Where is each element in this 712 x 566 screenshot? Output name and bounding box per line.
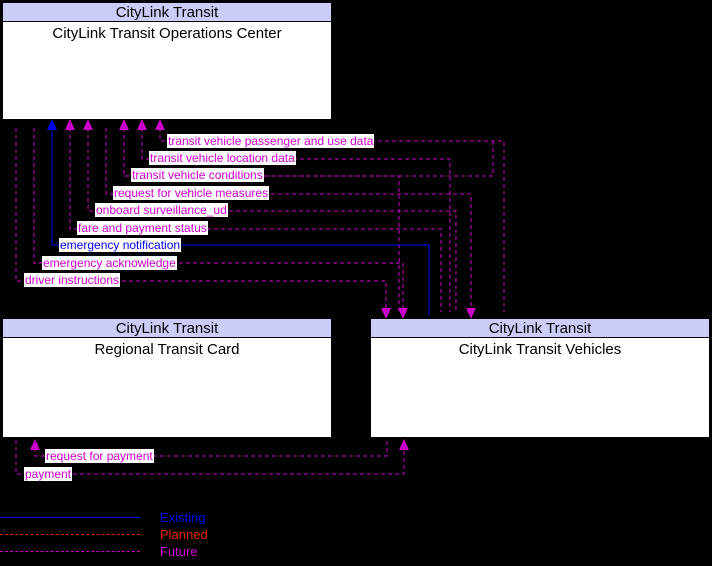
flow-label-emergency-acknowledge[interactable]: emergency acknowledge <box>42 256 177 270</box>
context-box-operations-center[interactable]: CityLink Transit CityLink Transit Operat… <box>2 2 332 120</box>
context-box-regional-transit-card[interactable]: CityLink Transit Regional Transit Card <box>2 318 332 438</box>
legend-swatch-existing <box>0 517 140 518</box>
box-stakeholder-operations-center: CityLink Transit <box>3 3 331 22</box>
box-title-operations-center: CityLink Transit Operations Center <box>52 25 282 42</box>
legend-swatch-planned <box>0 534 140 535</box>
flow-label-transit-vehicle-passenger-and-use-data[interactable]: transit vehicle passenger and use data <box>167 134 375 148</box>
flow-label-request-for-vehicle-measures[interactable]: request for vehicle measures <box>113 186 270 200</box>
legend-label-existing: Existing <box>160 510 206 525</box>
flow-label-onboard-surveillance-ud[interactable]: onboard surveillance_ud <box>95 203 228 217</box>
legend-swatch-future <box>0 551 140 552</box>
box-stakeholder-regional-transit-card: CityLink Transit <box>3 319 331 338</box>
context-diagram-canvas: CityLink Transit CityLink Transit Operat… <box>0 0 712 566</box>
flow-label-payment[interactable]: payment <box>24 467 73 481</box>
box-stakeholder-citylink-transit-vehicles: CityLink Transit <box>371 319 709 338</box>
flow-label-driver-instructions[interactable]: driver instructions <box>24 273 121 287</box>
context-box-citylink-transit-vehicles[interactable]: CityLink Transit CityLink Transit Vehicl… <box>370 318 710 438</box>
flow-label-request-for-payment[interactable]: request for payment <box>45 449 154 463</box>
flow-label-fare-and-payment-status[interactable]: fare and payment status <box>77 221 208 235</box>
box-title-citylink-transit-vehicles: CityLink Transit Vehicles <box>458 341 622 358</box>
legend-label-future: Future <box>160 544 198 559</box>
flow-label-transit-vehicle-location-data[interactable]: transit vehicle location data <box>149 151 296 165</box>
legend-label-planned: Planned <box>160 527 208 542</box>
flow-label-transit-vehicle-conditions[interactable]: transit vehicle conditions <box>131 168 264 182</box>
box-title-regional-transit-card: Regional Transit Card <box>94 341 240 358</box>
legend: Existing Planned Future <box>0 505 712 565</box>
flow-label-emergency-notification[interactable]: emergency notification <box>59 238 182 252</box>
